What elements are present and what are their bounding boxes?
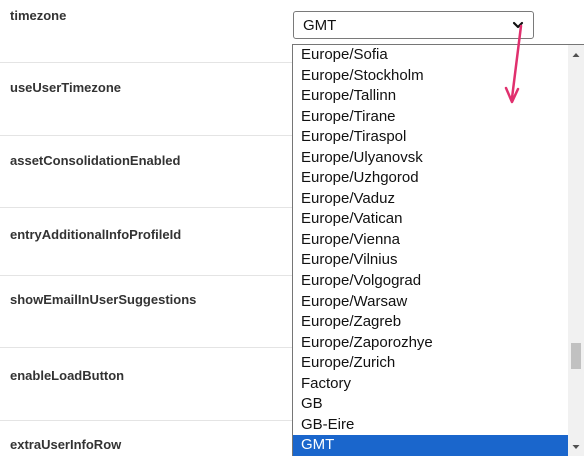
timezone-option[interactable]: Europe/Vatican	[293, 209, 569, 230]
scrollbar-thumb[interactable]	[571, 343, 581, 369]
timezone-option[interactable]: Europe/Vilnius	[293, 250, 569, 271]
timezone-option[interactable]: Europe/Vaduz	[293, 189, 569, 210]
row-divider	[0, 420, 292, 421]
triangle-up-icon[interactable]	[568, 47, 584, 63]
timezone-option[interactable]: Europe/Zurich	[293, 353, 569, 374]
setting-label: useUserTimezone	[10, 80, 122, 95]
row-divider	[0, 62, 292, 63]
timezone-option[interactable]: Europe/Tiraspol	[293, 127, 569, 148]
timezone-option[interactable]: Factory	[293, 374, 569, 395]
timezone-option[interactable]: GB-Eire	[293, 415, 569, 436]
row-divider	[0, 275, 292, 276]
timezone-option[interactable]: Europe/Uzhgorod	[293, 168, 569, 189]
setting-label: showEmailInUserSuggestions	[10, 292, 197, 307]
timezone-dropdown-list[interactable]: Europe/Sofia Europe/Stockholm Europe/Talli…	[292, 44, 584, 456]
timezone-option[interactable]: GB	[293, 394, 569, 415]
triangle-down-icon[interactable]	[568, 439, 584, 455]
setting-label: timezone	[10, 8, 67, 23]
dropdown-scrollbar[interactable]	[568, 45, 584, 456]
timezone-options: Europe/Sofia Europe/Stockholm Europe/Talli…	[293, 45, 569, 456]
setting-label: entryAdditionalInfoProfileId	[10, 227, 182, 242]
timezone-select[interactable]: GMT	[293, 11, 534, 39]
timezone-option[interactable]: Europe/Ulyanovsk	[293, 148, 569, 169]
timezone-option[interactable]: Europe/Stockholm	[293, 66, 569, 87]
chevron-down-icon	[512, 21, 524, 29]
row-divider	[0, 135, 292, 136]
settings-page: timezone useUserTimezone assetConsolidatio…	[0, 0, 584, 456]
timezone-option[interactable]: Europe/Zagreb	[293, 312, 569, 333]
timezone-option[interactable]: Europe/Zaporozhye	[293, 333, 569, 354]
timezone-option[interactable]: Europe/Tallinn	[293, 86, 569, 107]
timezone-option[interactable]: Europe/Sofia	[293, 45, 569, 66]
timezone-select-value: GMT	[303, 17, 337, 34]
timezone-option[interactable]: Europe/Tirane	[293, 107, 569, 128]
timezone-option[interactable]: Europe/Volgograd	[293, 271, 569, 292]
timezone-option[interactable]: GMT	[293, 435, 569, 456]
setting-label: assetConsolidationEnabled	[10, 153, 181, 168]
setting-label: extraUserInfoRow	[10, 437, 122, 452]
row-divider	[0, 347, 292, 348]
row-divider	[0, 207, 292, 208]
timezone-option[interactable]: Europe/Vienna	[293, 230, 569, 251]
setting-label: enableLoadButton	[10, 368, 125, 383]
timezone-option[interactable]: Europe/Warsaw	[293, 292, 569, 313]
